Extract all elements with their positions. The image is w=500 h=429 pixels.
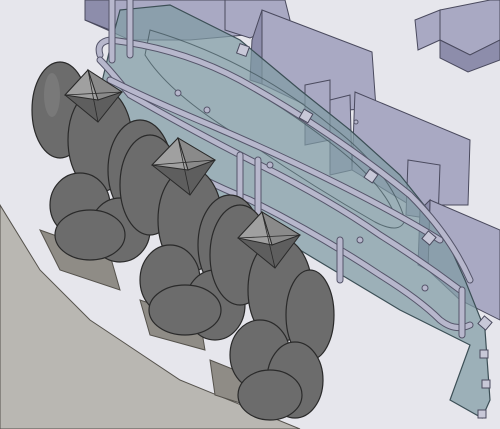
cad-viewport[interactable] <box>0 0 500 429</box>
seat-top-right <box>414 0 500 73</box>
bracket-8 <box>477 409 487 419</box>
bracket-6 <box>479 349 489 359</box>
bracket-7 <box>481 379 491 389</box>
assembly-drawing <box>0 0 500 429</box>
